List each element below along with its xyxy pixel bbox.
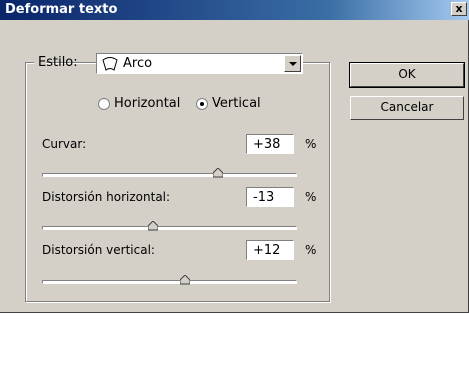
bend-input[interactable]: +38: [246, 134, 294, 154]
bend-slider-thumb[interactable]: [212, 168, 223, 178]
arc-warp-icon: [102, 57, 118, 71]
style-label: Estilo:: [38, 55, 78, 70]
vertical-distortion-label: Distorsión vertical:: [42, 243, 155, 257]
vertical-distortion-input[interactable]: +12: [246, 240, 294, 260]
title-bar[interactable]: Deformar texto x: [0, 0, 469, 20]
vertical-distortion-unit: %: [305, 243, 317, 257]
horizontal-distortion-input[interactable]: -13: [246, 187, 294, 207]
horizontal-distortion-unit: %: [305, 190, 317, 204]
style-dropdown[interactable]: Arco: [96, 53, 303, 74]
horizontal-distortion-slider-track[interactable]: [42, 226, 297, 230]
bend-label: Curvar:: [42, 137, 87, 151]
horizontal-distortion-slider-thumb[interactable]: [147, 221, 158, 231]
bend-slider-track[interactable]: [42, 173, 297, 177]
vertical-radio[interactable]: [196, 98, 208, 110]
vertical-distortion-slider-track[interactable]: [42, 280, 297, 284]
horizontal-radio-label: Horizontal: [114, 96, 181, 111]
horizontal-distortion-label: Distorsión horizontal:: [42, 190, 171, 204]
close-icon: x: [455, 2, 463, 15]
horizontal-radio[interactable]: [98, 98, 110, 110]
chevron-down-icon[interactable]: [284, 55, 301, 72]
vertical-distortion-slider-thumb[interactable]: [179, 275, 190, 285]
style-dropdown-value: Arco: [123, 56, 153, 71]
ok-button[interactable]: OK: [349, 62, 465, 88]
close-button[interactable]: x: [451, 2, 467, 16]
dialog-title: Deformar texto: [5, 2, 118, 17]
vertical-radio-label: Vertical: [212, 96, 261, 111]
style-group-legend: Estilo:: [34, 52, 78, 74]
bend-unit: %: [305, 137, 317, 151]
cancel-button[interactable]: Cancelar: [350, 96, 464, 120]
warp-text-dialog: Deformar texto x Estilo: Arco Horizontal…: [0, 0, 469, 313]
